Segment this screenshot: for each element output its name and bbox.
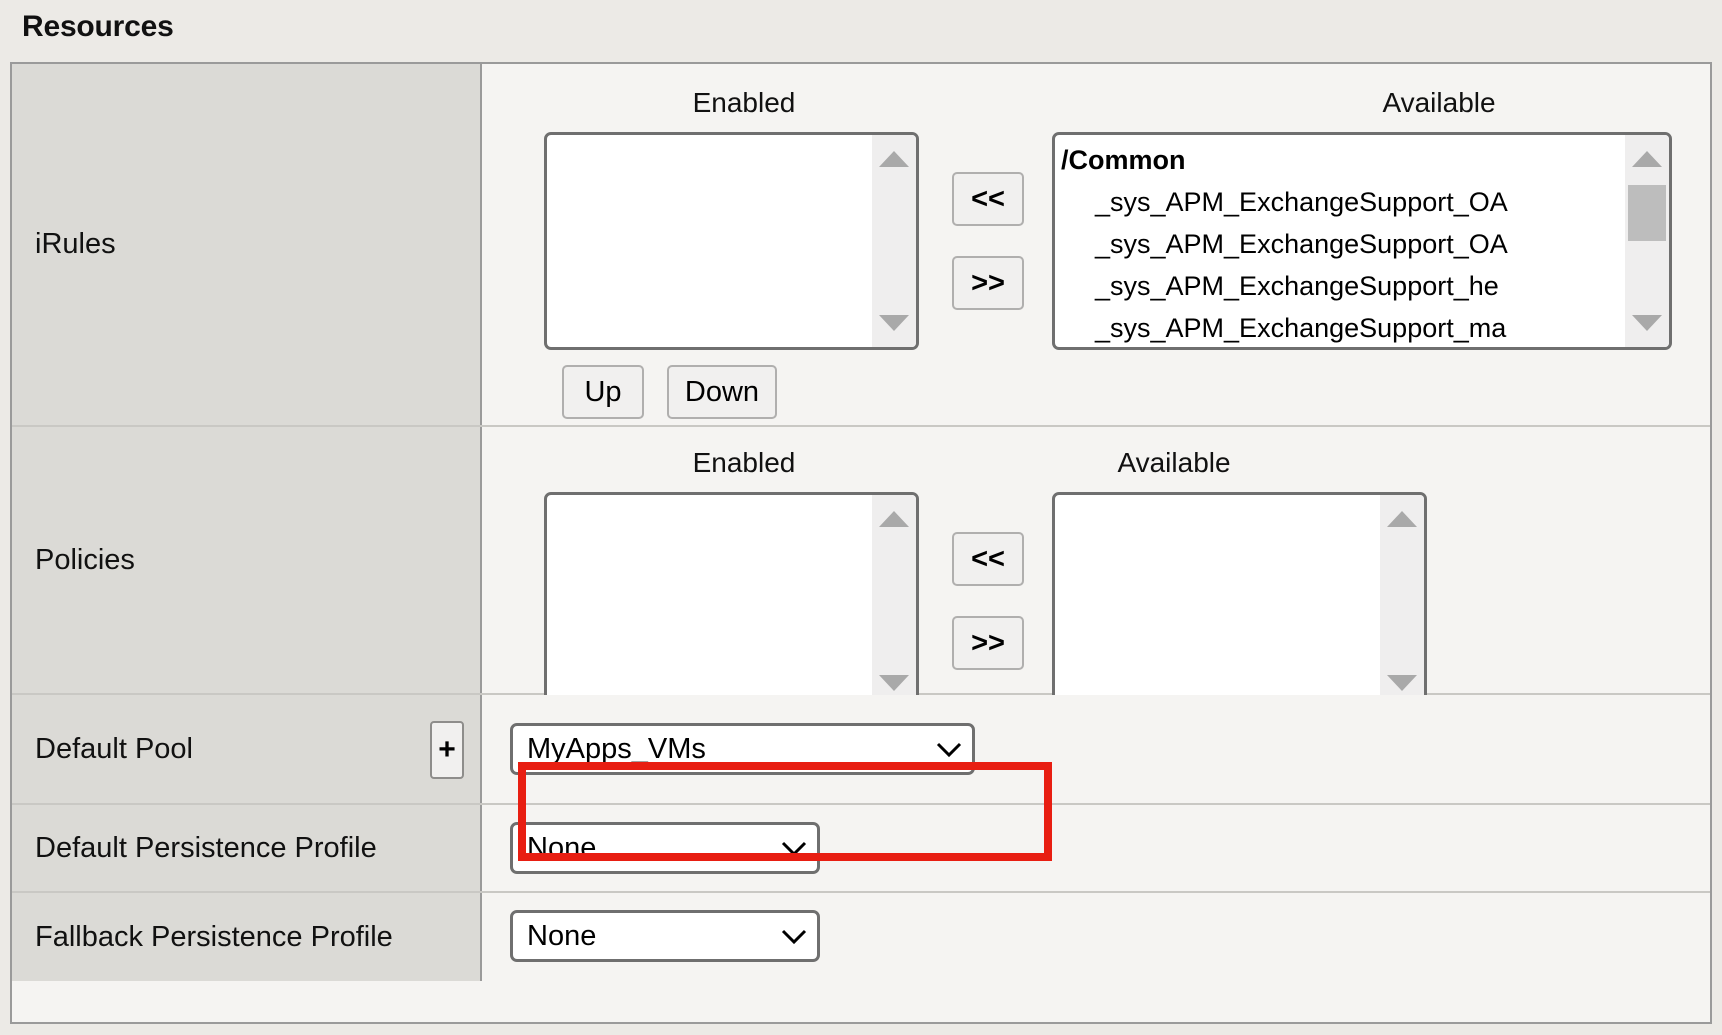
sidebar-item-label-policies: Policies <box>35 543 135 576</box>
table-row-default-pool: Default Pool + MyApps_VMs <box>12 695 1710 805</box>
policies-available-listbox[interactable] <box>1052 492 1427 710</box>
policies-enabled-scrollbar[interactable] <box>872 495 916 707</box>
default-persistence-profile-selected-value: None <box>527 831 597 864</box>
scroll-down-arrow-icon[interactable] <box>879 315 909 331</box>
chevron-down-icon <box>926 739 972 759</box>
sidebar-item-label-irules: iRules <box>35 228 116 260</box>
irules-enabled-header: Enabled <box>692 87 796 118</box>
policies-move-right-button[interactable]: >> <box>952 616 1024 670</box>
default-persistence-profile-select[interactable]: None <box>510 822 820 874</box>
sidebar-item-label-fallback-persistence-profile: Fallback Persistence Profile <box>35 920 393 953</box>
scrollbar-thumb[interactable] <box>1628 185 1666 241</box>
row-content-policies: Enabled Available << >> <box>482 427 1710 710</box>
policies-enabled-items[interactable] <box>547 495 872 707</box>
row-content-irules: Enabled Available << >> /Common _sys_APM_… <box>482 64 1710 425</box>
scroll-up-arrow-icon[interactable] <box>1632 151 1662 167</box>
policies-available-items[interactable] <box>1055 495 1380 707</box>
sidebar-item-label-default-persistence-profile: Default Persistence Profile <box>35 831 377 864</box>
scroll-down-arrow-icon[interactable] <box>879 675 909 691</box>
scroll-up-arrow-icon[interactable] <box>879 151 909 167</box>
irules-enabled-scrollbar[interactable] <box>872 135 916 347</box>
irules-available-listbox[interactable]: /Common _sys_APM_ExchangeSupport_OA _sys_A… <box>1052 132 1672 350</box>
table-row-irules: iRules Enabled Available << >> /Common _… <box>12 64 1710 427</box>
row-label-cell-policies: Policies <box>12 427 482 693</box>
row-content-default-persistence-profile: None <box>482 805 1710 891</box>
table-row-fallback-persistence-profile: Fallback Persistence Profile None <box>12 893 1710 981</box>
policies-move-left-button[interactable]: << <box>952 532 1024 586</box>
row-content-default-pool: MyApps_VMs <box>482 695 1710 803</box>
default-pool-select[interactable]: MyApps_VMs <box>510 723 975 775</box>
irules-available-scrollbar[interactable] <box>1625 135 1669 347</box>
list-item[interactable]: _sys_APM_ExchangeSupport_he <box>1055 265 1625 307</box>
scroll-down-arrow-icon[interactable] <box>1632 315 1662 331</box>
page-title: Resources <box>22 10 174 43</box>
irules-down-button[interactable]: Down <box>667 365 777 419</box>
list-item[interactable]: _sys_APM_ExchangeSupport_OA <box>1055 181 1625 223</box>
list-item[interactable]: _sys_APM_ExchangeSupport_ma <box>1055 307 1625 347</box>
policies-enabled-listbox[interactable] <box>544 492 919 710</box>
row-label-cell-fallback-persistence-profile: Fallback Persistence Profile <box>12 893 482 981</box>
resources-panel: Resources iRules Enabled Available << >>… <box>0 0 1722 1035</box>
fallback-persistence-profile-select[interactable]: None <box>510 910 820 962</box>
irules-up-button[interactable]: Up <box>562 365 644 419</box>
fallback-persistence-profile-selected-value: None <box>527 919 597 952</box>
row-content-fallback-persistence-profile: None <box>482 893 1710 981</box>
scroll-down-arrow-icon[interactable] <box>1387 675 1417 691</box>
row-label-cell-default-persistence-profile: Default Persistence Profile <box>12 805 482 891</box>
default-pool-add-button[interactable]: + <box>430 721 464 779</box>
table-row-default-persistence-profile: Default Persistence Profile None <box>12 805 1710 893</box>
scroll-up-arrow-icon[interactable] <box>879 511 909 527</box>
list-item[interactable]: _sys_APM_ExchangeSupport_OA <box>1055 223 1625 265</box>
irules-enabled-items[interactable] <box>547 135 872 347</box>
resources-table: iRules Enabled Available << >> /Common _… <box>10 62 1712 1024</box>
irules-enabled-listbox[interactable] <box>544 132 919 350</box>
row-label-cell-default-pool: Default Pool + <box>12 695 482 803</box>
policies-enabled-header: Enabled <box>692 447 796 478</box>
chevron-down-icon <box>771 838 817 858</box>
policies-available-header: Available <box>1117 447 1231 478</box>
policies-available-scrollbar[interactable] <box>1380 495 1424 707</box>
row-label-cell-irules: iRules <box>12 64 482 425</box>
sidebar-item-label-default-pool: Default Pool <box>35 732 193 765</box>
table-row-policies: Policies Enabled Available << >> <box>12 427 1710 710</box>
irules-available-header: Available <box>1382 87 1496 118</box>
irules-move-left-button[interactable]: << <box>952 172 1024 226</box>
scroll-up-arrow-icon[interactable] <box>1387 511 1417 527</box>
default-pool-selected-value: MyApps_VMs <box>527 732 706 765</box>
chevron-down-icon <box>771 926 817 946</box>
irules-available-items[interactable]: /Common _sys_APM_ExchangeSupport_OA _sys_A… <box>1055 135 1625 347</box>
list-item[interactable]: /Common <box>1055 139 1625 181</box>
irules-move-right-button[interactable]: >> <box>952 256 1024 310</box>
